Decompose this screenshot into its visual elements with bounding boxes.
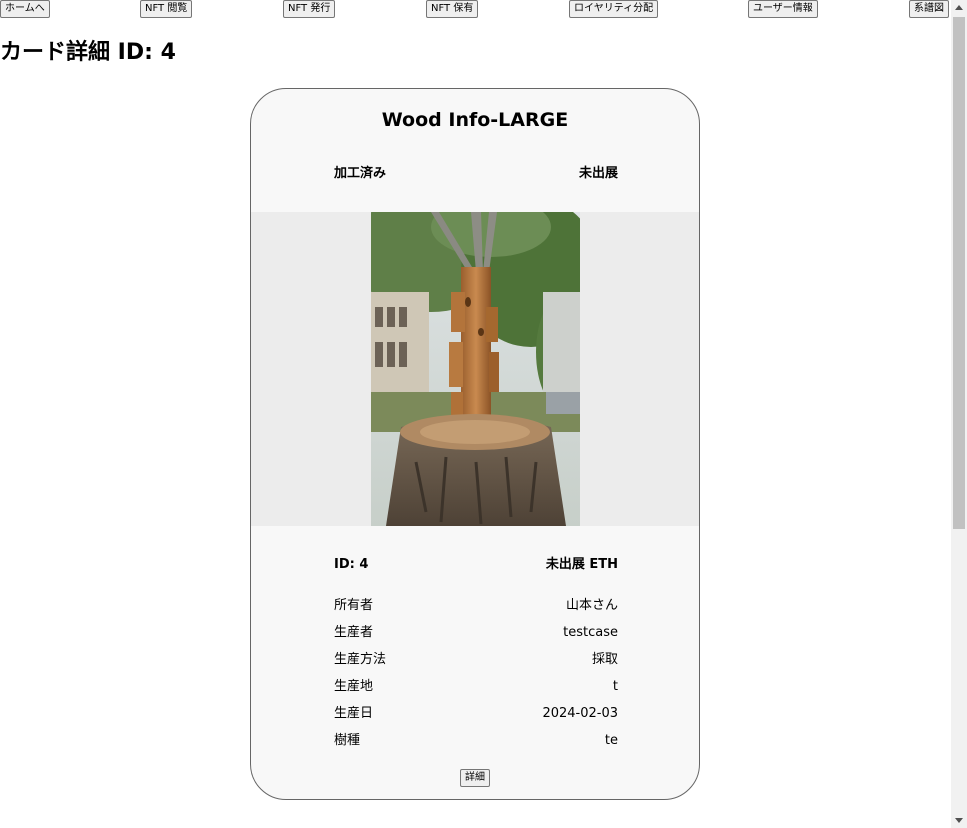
field-label: 生産地 [334, 679, 374, 694]
field-row: 樹種 te [334, 732, 618, 750]
user-info-button[interactable]: ユーザー情報 [748, 0, 818, 18]
detail-button[interactable]: 詳細 [460, 769, 490, 787]
field-label: 所有者 [334, 598, 374, 613]
wood-stump-photo [371, 212, 580, 526]
processing-status: 加工済み [334, 166, 387, 181]
vertical-scrollbar[interactable] [951, 0, 967, 828]
field-label: 生産方法 [334, 652, 387, 667]
field-value: 山本さん [565, 598, 618, 613]
field-value: testcase [563, 625, 618, 640]
field-label: 樹種 [334, 733, 361, 748]
home-button[interactable]: ホームへ [0, 0, 50, 18]
scrollbar-thumb[interactable] [953, 17, 965, 529]
family-tree-button[interactable]: 系譜図 [909, 0, 949, 18]
card-price: 未出展 ETH [545, 557, 618, 572]
field-row: 生産者 testcase [334, 624, 618, 642]
top-navigation: ホームへ NFT 閲覧 NFT 発行 NFT 保有 ロイヤリティ分配 ユーザー情… [0, 0, 951, 20]
field-row: 生産日 2024-02-03 [334, 705, 618, 723]
field-row: 生産方法 採取 [334, 651, 618, 669]
triangle-up-icon[interactable] [951, 0, 967, 16]
field-row: 所有者 山本さん [334, 597, 618, 615]
field-label: 生産日 [334, 706, 374, 721]
card-title: Wood Info-LARGE [381, 109, 569, 131]
image-area [251, 212, 699, 526]
field-value: 採取 [591, 652, 618, 667]
field-value: 2024-02-03 [542, 706, 618, 721]
nft-owned-button[interactable]: NFT 保有 [426, 0, 479, 18]
exhibit-status: 未出展 [578, 166, 618, 181]
wood-info-card: Wood Info-LARGE 加工済み 未出展 ID: 4 未出展 ETH 所… [250, 88, 700, 800]
page-title: カード詳細 ID: 4 [0, 40, 176, 65]
field-row: 生産地 t [334, 678, 618, 696]
field-value: t [612, 679, 618, 694]
field-label: 生産者 [334, 625, 374, 640]
royalty-distribution-button[interactable]: ロイヤリティ分配 [569, 0, 659, 18]
card-id-row: ID: 4 未出展 ETH [334, 556, 618, 574]
card-id: ID: 4 [334, 557, 369, 572]
nft-issue-button[interactable]: NFT 発行 [283, 0, 336, 18]
triangle-down-icon[interactable] [951, 812, 967, 828]
field-value: te [604, 733, 618, 748]
card-status-row: 加工済み 未出展 [334, 165, 618, 183]
nft-browse-button[interactable]: NFT 閲覧 [140, 0, 193, 18]
